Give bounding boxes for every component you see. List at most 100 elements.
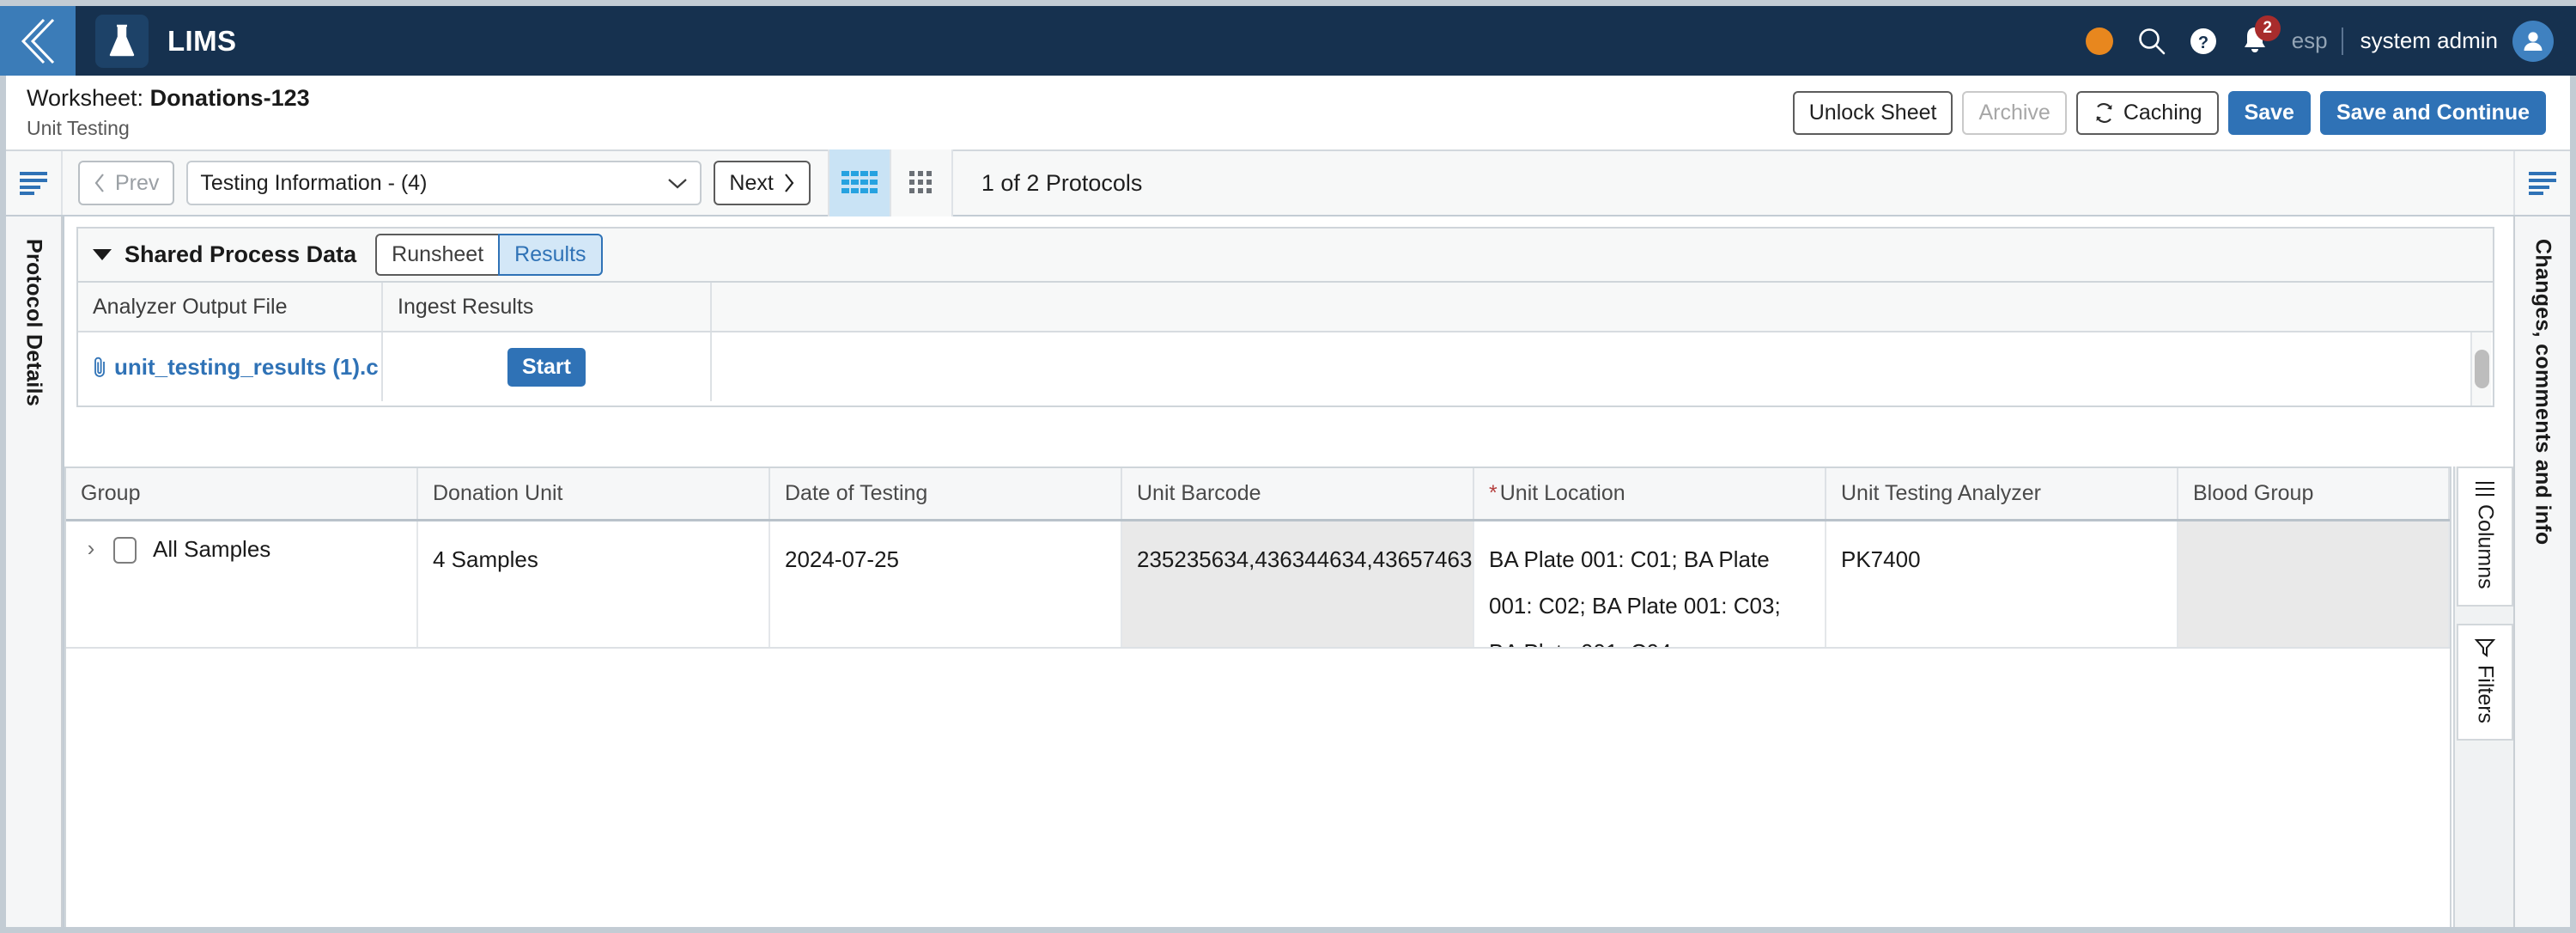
worksheet-header: Worksheet: Donations-123 Unit Testing Un…	[6, 76, 2570, 149]
flask-icon	[109, 24, 135, 56]
shared-process-data-title: Shared Process Data	[125, 241, 357, 267]
save-and-continue-button[interactable]: Save and Continue	[2319, 90, 2546, 135]
triangle-down-icon[interactable]	[93, 249, 112, 260]
columns-icon	[2476, 482, 2494, 496]
column-header-unit-barcode[interactable]: Unit Barcode	[1122, 468, 1474, 519]
status-indicator-dot[interactable]	[2085, 27, 2113, 55]
cell-unit-location[interactable]: BA Plate 001: C01; BA Plate 001: C02; BA…	[1474, 521, 1826, 647]
changes-comments-info-rail[interactable]: Changes, comments and info	[2513, 216, 2570, 927]
notification-count-badge: 2	[2254, 15, 2281, 41]
paperclip-icon	[94, 357, 105, 377]
save-button[interactable]: Save	[2227, 90, 2311, 135]
next-protocol-button[interactable]: Next	[714, 161, 811, 205]
column-header-unit-location[interactable]: * Unit Location	[1474, 468, 1826, 519]
row-checkbox[interactable]	[113, 537, 137, 564]
cell-unit-testing-analyzer[interactable]: PK7400	[1826, 521, 2178, 647]
user-name-label[interactable]: system admin	[2360, 27, 2498, 54]
topbar-actions: ? 2 esp system admin	[2085, 15, 2576, 62]
worksheet-titles: Worksheet: Donations-123 Unit Testing	[27, 85, 310, 140]
column-header-date-of-testing-label: Date of Testing	[785, 481, 928, 505]
hamburger-menu-icon	[2529, 172, 2556, 195]
cell-blood-group	[2178, 521, 2450, 647]
protocol-details-toggle[interactable]	[6, 151, 63, 215]
sidebar-collapse-button[interactable]	[0, 6, 76, 76]
notifications-button[interactable]: 2	[2240, 15, 2281, 57]
column-header-analyzer-output-file: Analyzer Output File	[93, 294, 288, 319]
start-ingest-button[interactable]: Start	[507, 347, 586, 387]
filters-panel-tab[interactable]: Filters	[2457, 623, 2513, 741]
chevron-right-icon	[784, 174, 794, 192]
column-header-date-of-testing[interactable]: Date of Testing	[770, 468, 1122, 519]
view-mode-toggle-group	[827, 149, 953, 216]
worksheet-actions: Unlock Sheet Archive Caching Save Save a…	[1792, 90, 2546, 135]
filters-panel-label: Filters	[2473, 664, 2498, 723]
protocol-details-rail[interactable]: Protocol Details	[6, 216, 63, 927]
cell-group[interactable]: › All Samples	[66, 521, 418, 647]
column-header-unit-barcode-label: Unit Barcode	[1137, 481, 1261, 505]
cell-group-value: All Samples	[153, 536, 271, 562]
topbar-divider	[2341, 27, 2343, 55]
view-mode-compact-button[interactable]	[889, 149, 953, 216]
rail-spacer	[2455, 607, 2513, 624]
changes-comments-info-label: Changes, comments and info	[2530, 239, 2555, 546]
columns-panel-tab[interactable]: Columns	[2457, 466, 2513, 607]
unlock-sheet-button[interactable]: Unlock Sheet	[1792, 90, 1953, 135]
column-header-group[interactable]: Group	[66, 468, 418, 519]
column-header-group-label: Group	[81, 481, 141, 505]
analyzer-output-table: Analyzer Output File Ingest Results unit…	[78, 283, 2493, 401]
analyzer-output-table-header: Analyzer Output File Ingest Results	[78, 283, 2493, 332]
column-header-donation-unit[interactable]: Donation Unit	[418, 468, 770, 519]
protocol-details-label: Protocol Details	[21, 239, 46, 407]
search-button[interactable]	[2137, 27, 2166, 56]
cell-date-of-testing[interactable]: 2024-07-25	[770, 521, 1122, 647]
protocol-select[interactable]: Testing Information - (4)	[186, 161, 702, 205]
svg-text:?: ?	[2198, 34, 2208, 52]
table-row: unit_testing_results (1).c Start	[78, 332, 2493, 401]
columns-panel-label: Columns	[2473, 504, 2498, 589]
locale-switcher[interactable]: esp	[2292, 27, 2328, 54]
view-mode-wide-button[interactable]	[827, 149, 891, 216]
prev-protocol-button[interactable]: Prev	[78, 161, 175, 205]
changes-panel-toggle[interactable]	[2513, 151, 2570, 215]
worksheet-label: Worksheet:	[27, 85, 144, 111]
table-row: › All Samples 4 Samples 2024-07-25 23523…	[66, 521, 2450, 649]
archive-button: Archive	[1962, 90, 2067, 135]
grid-side-rail: Columns Filters	[2453, 466, 2513, 927]
toolbar-controls: Prev Testing Information - (4) Next 1 of…	[63, 149, 2513, 216]
column-header-blood-group-label: Blood Group	[2193, 481, 2314, 505]
page-title: Worksheet: Donations-123	[27, 85, 310, 112]
chevron-right-icon[interactable]: ›	[81, 535, 101, 561]
grid-compact-view-icon	[908, 171, 932, 193]
search-icon	[2138, 27, 2165, 54]
tab-results[interactable]: Results	[498, 234, 603, 276]
worksheet-name: Donations-123	[149, 85, 310, 111]
help-button[interactable]: ?	[2189, 27, 2218, 56]
analyzer-output-scrollbar[interactable]	[2470, 332, 2491, 406]
column-header-unit-testing-analyzer[interactable]: Unit Testing Analyzer	[1826, 468, 2178, 519]
next-protocol-label: Next	[729, 170, 774, 195]
cell-donation-unit[interactable]: 4 Samples	[418, 521, 770, 647]
protocol-count-label: 1 of 2 Protocols	[981, 169, 1143, 196]
caching-button[interactable]: Caching	[2075, 90, 2219, 135]
cell-unit-barcode: 235235634,436344634,436574634,54872197	[1122, 521, 1474, 647]
tab-runsheet[interactable]: Runsheet	[375, 234, 501, 276]
column-header-unit-location-label: Unit Location	[1499, 481, 1625, 505]
prev-protocol-label: Prev	[115, 170, 160, 195]
protocol-select-value: Testing Information - (4)	[200, 170, 428, 195]
avatar[interactable]	[2512, 20, 2554, 62]
column-header-blood-group[interactable]: Blood Group	[2178, 468, 2450, 519]
app-title: LIMS	[167, 24, 237, 57]
required-asterisk-icon: *	[1489, 481, 1498, 505]
grid-wide-view-icon	[841, 171, 878, 193]
column-header-ingest-results: Ingest Results	[398, 294, 534, 319]
help-circle-icon: ?	[2190, 27, 2216, 54]
protocol-toolbar: Prev Testing Information - (4) Next 1 of…	[6, 149, 2570, 216]
scrollbar-thumb[interactable]	[2474, 350, 2489, 388]
chevron-down-icon	[667, 171, 688, 196]
caching-button-label: Caching	[2123, 100, 2202, 125]
column-header-donation-unit-label: Donation Unit	[433, 481, 563, 505]
worksheet-subtitle: Unit Testing	[27, 117, 130, 139]
hamburger-menu-icon	[20, 172, 47, 195]
top-navigation-bar: LIMS ? 2 esp system admin	[0, 6, 2576, 76]
analyzer-output-file-link[interactable]: unit_testing_results (1).c	[93, 354, 379, 381]
